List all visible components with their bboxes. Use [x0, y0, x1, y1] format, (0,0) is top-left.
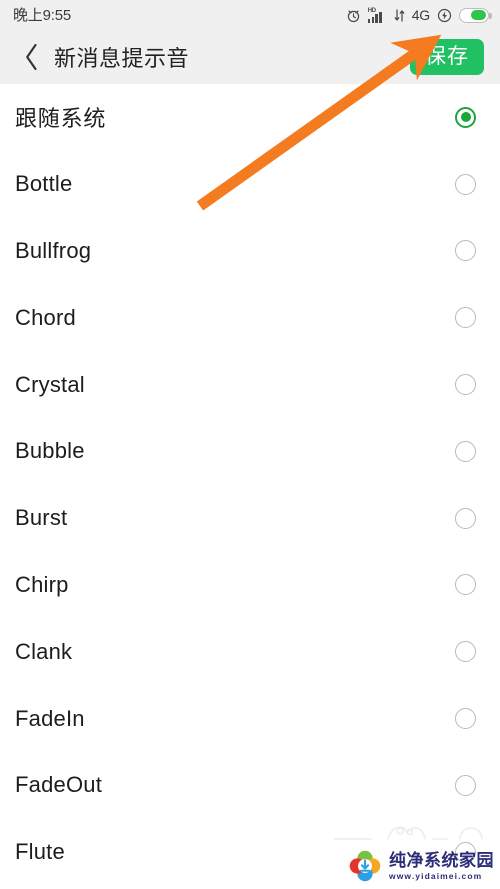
list-item-label: Chord: [15, 304, 76, 330]
list-item-label: Bullfrog: [15, 237, 92, 263]
list-item[interactable]: FadeOut: [0, 752, 500, 819]
radio-button[interactable]: [455, 774, 476, 796]
list-item[interactable]: 跟随系统: [0, 84, 500, 151]
page-title: 新消息提示音: [54, 46, 190, 71]
list-item-label: Bottle: [15, 171, 73, 197]
alarm-icon: [347, 10, 359, 22]
radio-button[interactable]: [455, 240, 476, 262]
charging-bolt-icon: [437, 8, 452, 22]
phone-screen: 晚上9:55 HD 4G 新消息提示音 保存 跟随系统 Bottle Bullf…: [0, 0, 500, 889]
radio-button[interactable]: [455, 374, 476, 396]
back-button[interactable]: [14, 37, 48, 77]
list-item[interactable]: Flute: [0, 819, 500, 886]
status-bar: 晚上9:55 HD 4G: [0, 0, 500, 30]
network-type-label: 4G: [411, 7, 430, 23]
status-time: 晚上9:55: [13, 6, 71, 24]
signal-bar-group: [367, 11, 382, 23]
radio-button[interactable]: [455, 574, 476, 596]
list-item[interactable]: Clank: [0, 618, 500, 685]
list-item-label: Bubble: [15, 438, 85, 464]
radio-button[interactable]: [455, 841, 476, 863]
radio-button[interactable]: [455, 307, 476, 329]
chevron-left-icon: [25, 43, 37, 71]
list-item[interactable]: FadeIn: [0, 685, 500, 752]
list-item-label: FadeIn: [15, 705, 85, 731]
ringtone-list[interactable]: 跟随系统 Bottle Bullfrog Chord Crystal Bubble Burs…: [0, 84, 500, 889]
battery-level-fill: [470, 10, 487, 20]
list-item-label: FadeOut: [15, 772, 103, 798]
radio-button[interactable]: [455, 173, 476, 195]
list-item-label: Crystal: [15, 371, 85, 397]
list-item[interactable]: Chirp: [0, 552, 500, 619]
app-header: 新消息提示音 保存: [0, 30, 500, 84]
radio-button[interactable]: [455, 440, 476, 462]
list-item[interactable]: Burst: [0, 485, 500, 552]
status-icons: HD 4G: [346, 7, 492, 23]
radio-button[interactable]: [455, 641, 476, 663]
radio-button-selected[interactable]: [455, 106, 476, 128]
radio-button[interactable]: [455, 507, 476, 529]
save-button[interactable]: 保存: [410, 39, 484, 75]
list-item-label: Chirp: [15, 571, 69, 597]
battery-icon: [459, 7, 492, 23]
list-item-label: Flute: [15, 839, 65, 865]
list-item-label: 跟随系统: [15, 106, 107, 132]
list-item-label: Clank: [15, 638, 73, 664]
radio-button[interactable]: [455, 708, 476, 730]
list-item[interactable]: Bottle: [0, 151, 500, 218]
list-item[interactable]: Bullfrog: [0, 218, 500, 285]
list-item-label: Burst: [15, 505, 68, 531]
signal-bars-icon: HD: [367, 8, 387, 23]
data-transfer-icon: [394, 8, 405, 22]
list-item[interactable]: Crystal: [0, 351, 500, 418]
list-item[interactable]: Bubble: [0, 418, 500, 485]
list-item[interactable]: Chord: [0, 284, 500, 351]
